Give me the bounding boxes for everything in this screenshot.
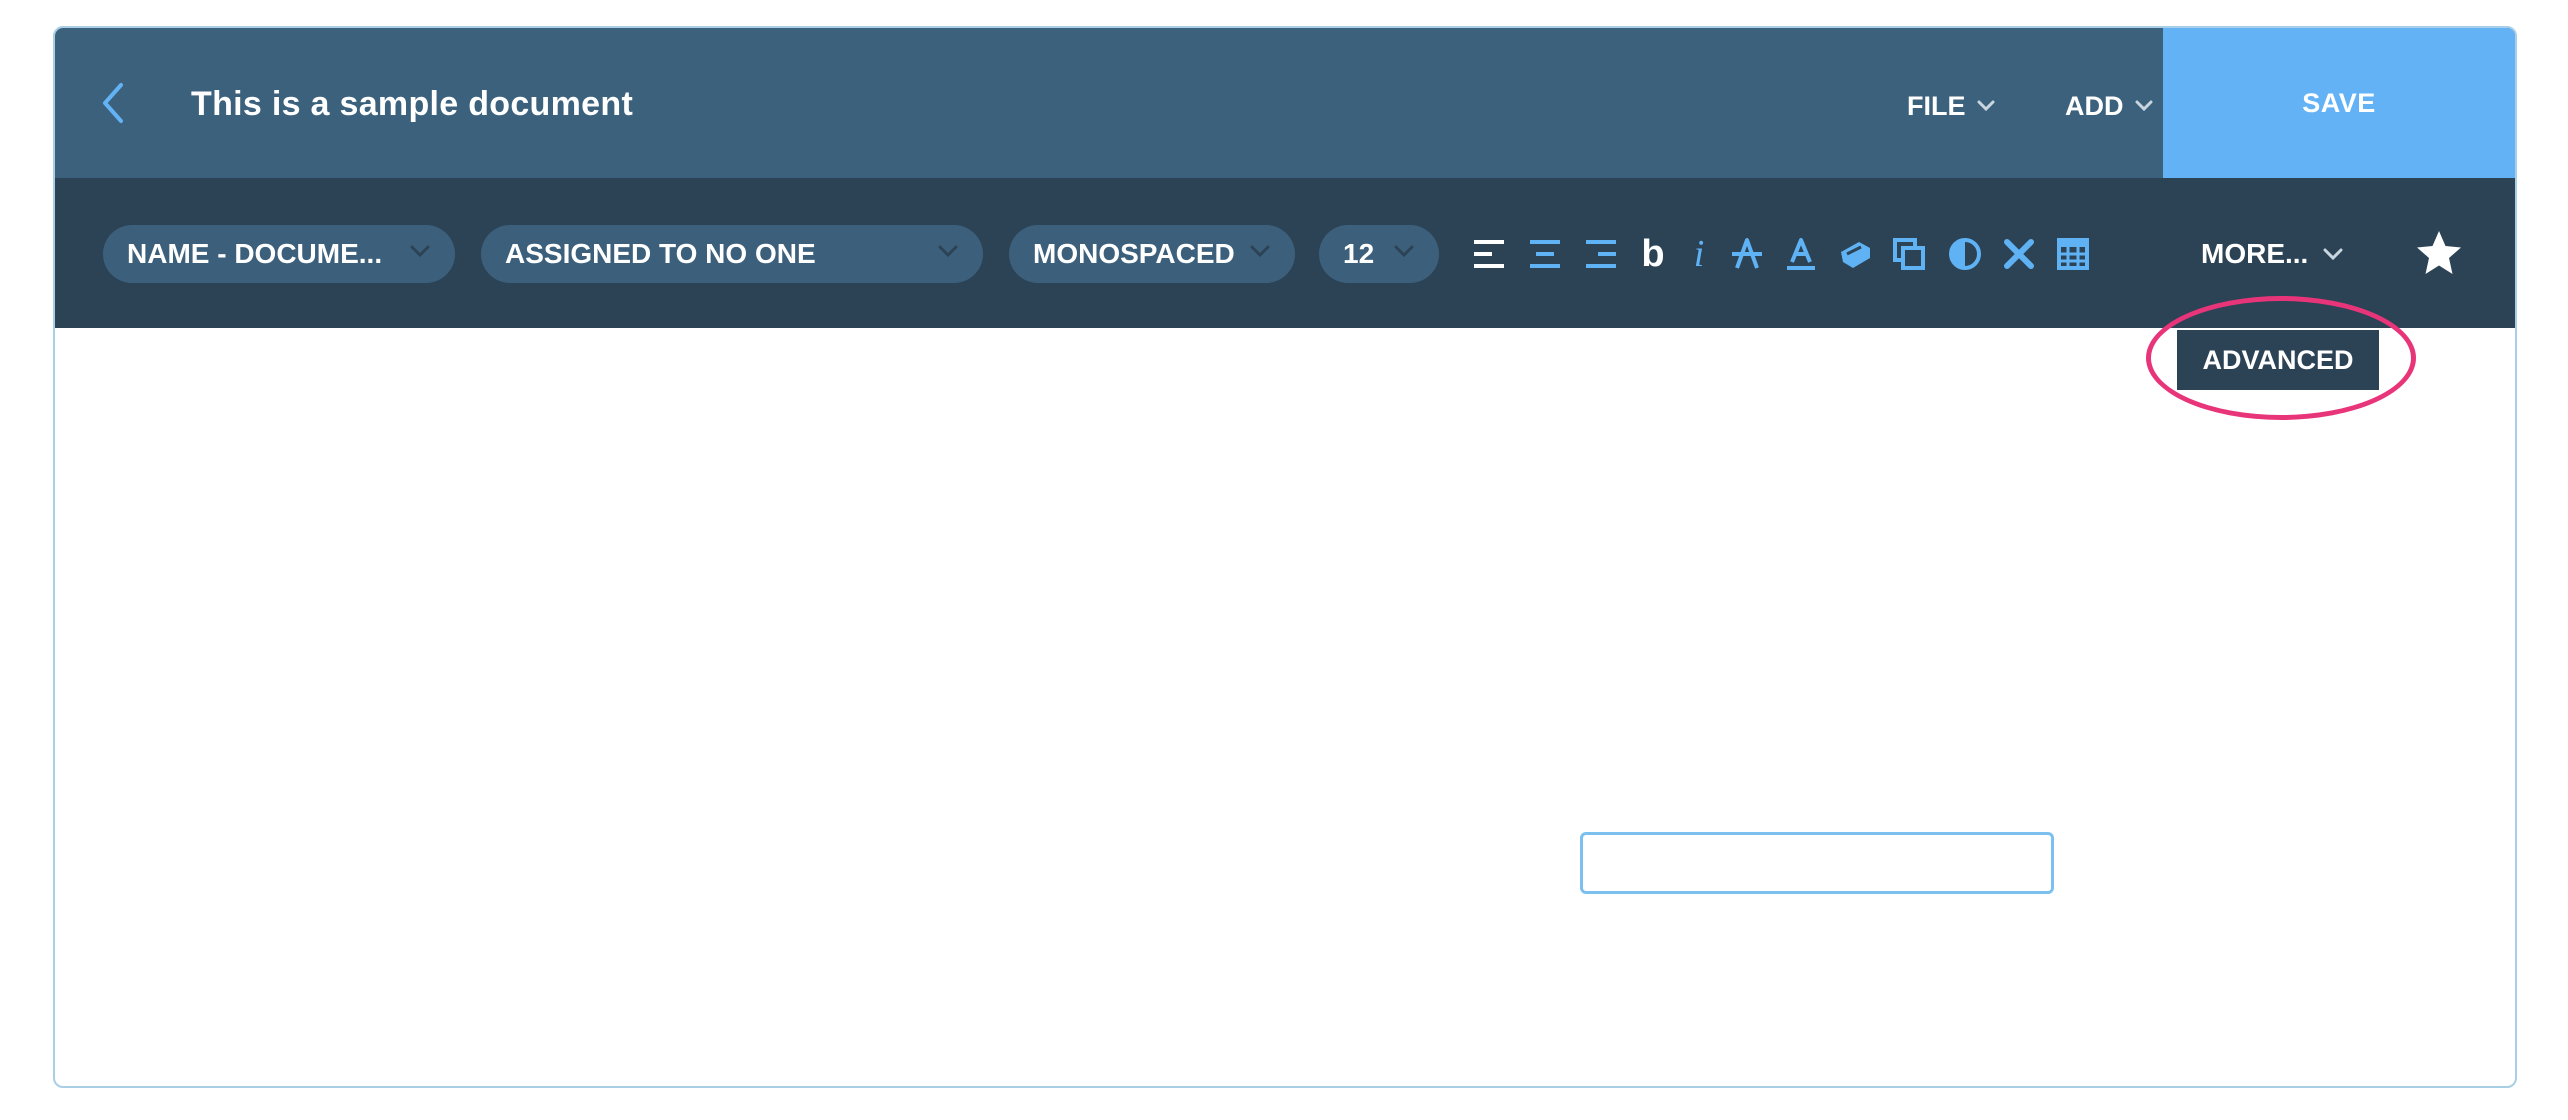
chevron-down-icon (410, 245, 430, 258)
assignee-select-value: ASSIGNED TO NO ONE (505, 238, 816, 269)
contrast-button[interactable] (1945, 234, 1985, 274)
font-size-value: 12 (1343, 238, 1375, 269)
advanced-menu-item[interactable]: ADVANCED (2177, 330, 2379, 390)
italic-icon: i (1693, 233, 1705, 275)
font-size-select[interactable]: 12 (1319, 225, 1439, 283)
name-select-value: NAME - DOCUME... (127, 238, 383, 269)
italic-button[interactable]: i (1679, 233, 1719, 275)
header-bar: This is a sample document FILE ADD SAVE (55, 28, 2515, 178)
file-menu[interactable]: FILE (1907, 76, 1996, 136)
add-menu[interactable]: ADD (2065, 76, 2154, 136)
chevron-down-icon (2135, 100, 2152, 112)
document-title: This is a sample document (191, 85, 634, 123)
strikethrough-icon (1732, 238, 1762, 269)
highlighter-button[interactable] (1835, 234, 1875, 274)
text-color-icon (1787, 238, 1815, 270)
assignee-select[interactable]: ASSIGNED TO NO ONE (481, 225, 983, 283)
back-button[interactable] (93, 73, 133, 133)
strikethrough-button[interactable] (1727, 234, 1767, 274)
file-menu-label: FILE (1907, 91, 1966, 121)
font-select-value: MONOSPACED (1033, 238, 1235, 269)
align-center-icon (1530, 240, 1560, 268)
chevron-down-icon (2323, 248, 2343, 261)
chevron-down-icon (1250, 245, 1270, 258)
name-select[interactable]: NAME - DOCUME... (103, 225, 455, 283)
align-center-button[interactable] (1525, 234, 1565, 274)
chevron-down-icon (938, 245, 958, 258)
copy-icon (1893, 238, 1925, 270)
font-select[interactable]: MONOSPACED (1009, 225, 1295, 283)
table-button[interactable] (2053, 234, 2093, 274)
table-icon (2057, 238, 2089, 270)
bold-icon: b (1641, 232, 1665, 275)
align-right-button[interactable] (1581, 234, 1621, 274)
chevron-down-icon (1977, 100, 1994, 112)
favorite-button[interactable] (2413, 228, 2465, 278)
save-button[interactable]: SAVE (2163, 28, 2515, 178)
clear-format-icon (2004, 239, 2034, 269)
align-right-icon (1586, 240, 1616, 268)
highlighter-icon (1841, 242, 1870, 268)
star-icon (2417, 231, 2461, 274)
clear-format-button[interactable] (1999, 234, 2039, 274)
contrast-icon (1949, 238, 1981, 270)
formatting-toolbar: NAME - DOCUME... ASSIGNED TO NO ONE MONO… (55, 178, 2515, 328)
copy-button[interactable] (1889, 234, 1929, 274)
add-menu-label: ADD (2065, 91, 2124, 121)
inline-text-input[interactable] (1580, 832, 2054, 894)
more-menu[interactable]: MORE... (2201, 224, 2344, 284)
chevron-left-icon (103, 83, 123, 123)
document-editor-window: This is a sample document FILE ADD SAVE … (53, 26, 2517, 1088)
chevron-down-icon (1394, 245, 1414, 258)
align-left-button[interactable] (1469, 234, 1509, 274)
align-left-icon (1474, 240, 1504, 268)
more-menu-label: MORE... (2201, 238, 2309, 269)
bold-button[interactable]: b (1633, 232, 1673, 275)
text-color-button[interactable] (1781, 234, 1821, 274)
